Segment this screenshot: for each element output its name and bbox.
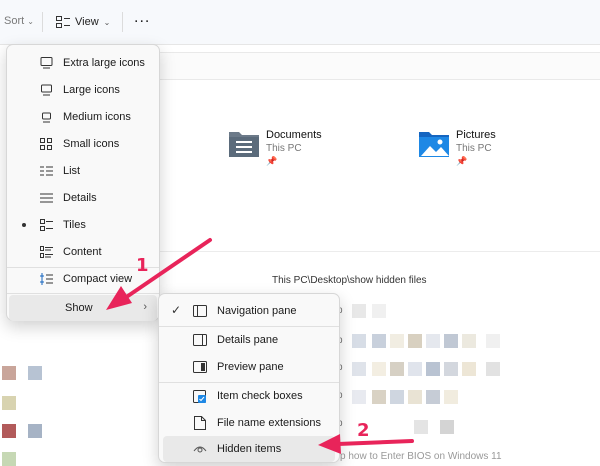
- annotation-label-1: 1: [136, 255, 149, 276]
- annotation-overlay: [106, 238, 414, 454]
- annotation-arrow-1: [106, 238, 212, 310]
- annotation-label-2: 2: [357, 420, 370, 441]
